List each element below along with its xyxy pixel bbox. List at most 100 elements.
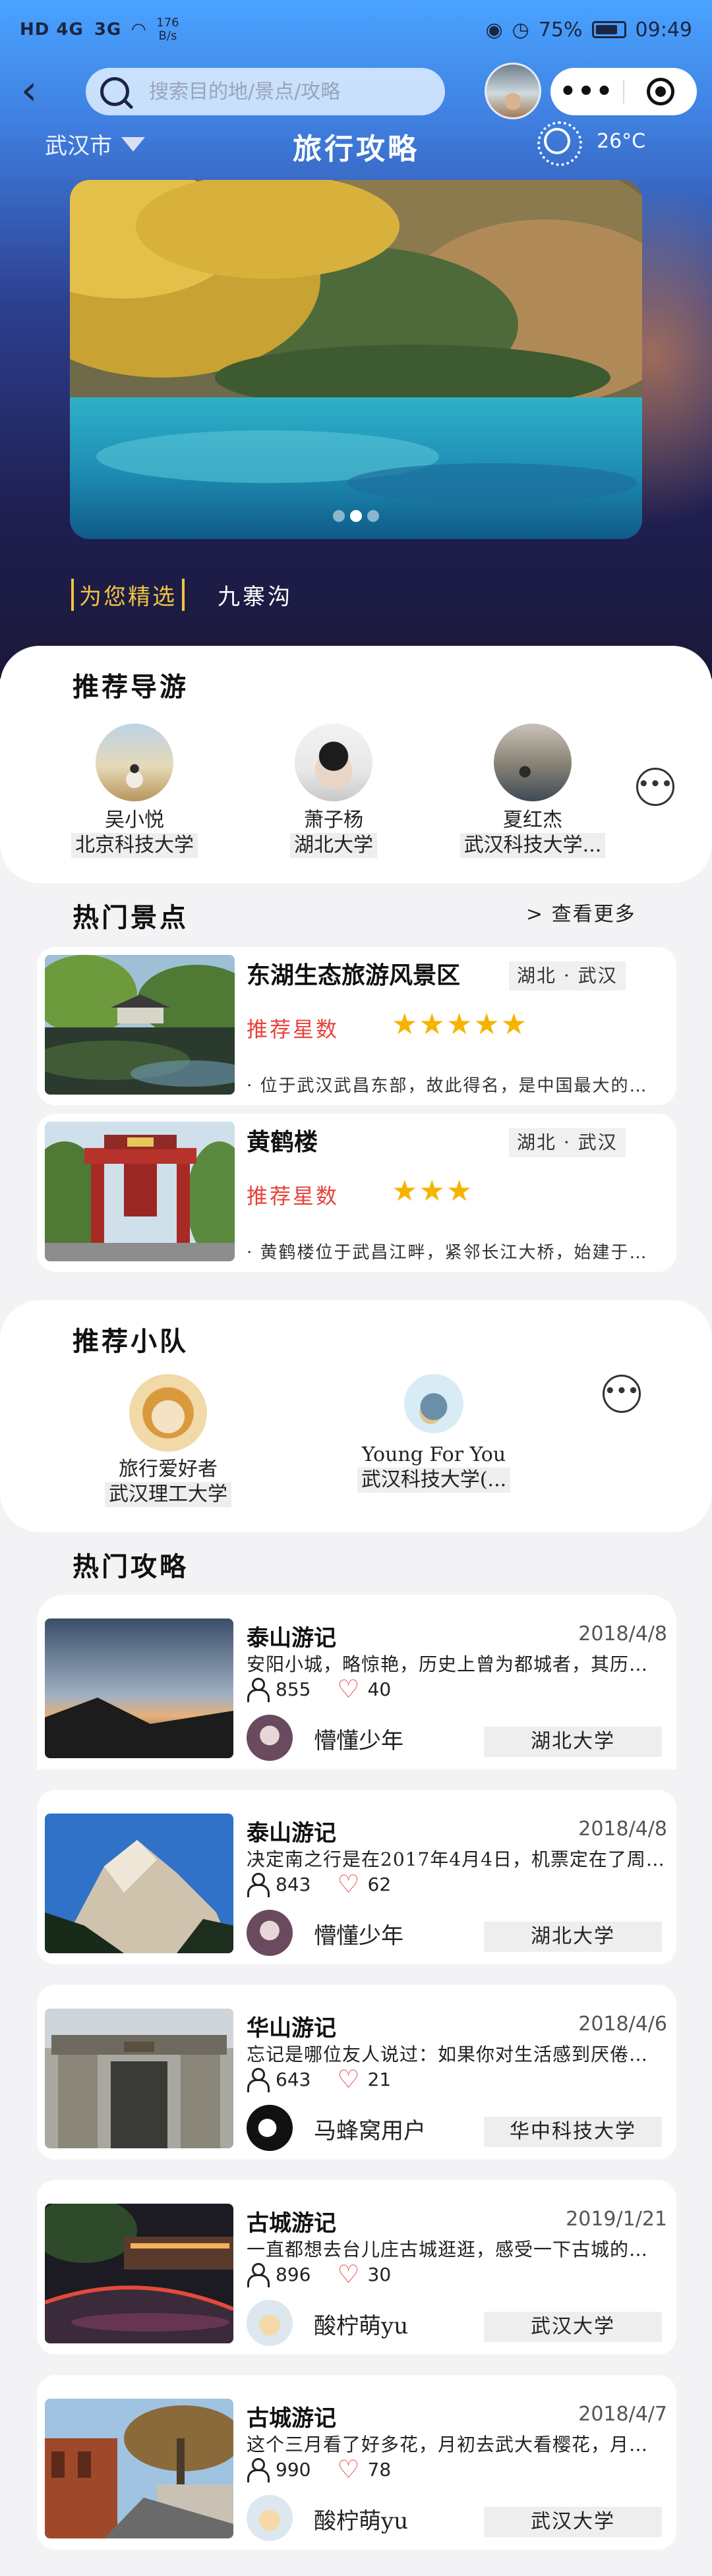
featured-row: 为您精选 九寨沟 <box>71 579 293 611</box>
spot-location: 湖北 · 武汉 <box>509 961 626 990</box>
heart-icon[interactable]: ♡ <box>337 2262 359 2287</box>
guide-item[interactable]: 萧子杨 湖北大学 <box>248 724 419 861</box>
article-title: 华山游记 <box>247 2015 336 2042</box>
section-title-teams: 推荐小队 <box>73 1326 189 1357</box>
hot-spots-header: 热门景点 > 查看更多 <box>0 890 712 936</box>
eye-icon: ◉ <box>485 18 503 42</box>
spot-image <box>45 955 235 1095</box>
spot-title: 东湖生态旅游风景区 <box>247 961 461 989</box>
author-school: 武汉大学 <box>484 2312 662 2342</box>
team-avatar <box>404 1374 463 1433</box>
author-avatar[interactable] <box>247 2300 293 2346</box>
article-stats: 990 ♡ 78 <box>247 2457 392 2482</box>
article-date: 2018/4/7 <box>578 2403 667 2426</box>
article-image <box>45 2399 233 2538</box>
spot-card[interactable]: 黄鹤楼 湖北 · 武汉 推荐星数 ★★★ · 黄鹤楼位于武昌江畔，紧邻长江大桥，… <box>37 1114 676 1272</box>
heart-icon[interactable]: ♡ <box>337 2067 359 2092</box>
see-more-link[interactable]: > 查看更多 <box>526 898 636 927</box>
team-name: 旅行爱好者 <box>119 1458 218 1481</box>
author-name: 酸柠萌yu <box>314 2313 409 2339</box>
guide-item[interactable]: 夏红杰 武汉科技大学... <box>447 724 618 861</box>
weather: 26°C <box>537 121 646 166</box>
article-card[interactable]: 华山游记 2018/4/6 忘记是哪位友人说过：如果你对生活感到厌倦了，就 64… <box>37 1985 676 2160</box>
spot-desc: · 位于武汉武昌东部，故此得名，是中国最大的城中湖 <box>247 1076 662 1096</box>
article-card[interactable]: 泰山游记 2018/4/8 安阳小城，略惊艳，历史上曾为都城者，其历史厚重 85… <box>37 1595 676 1769</box>
net-speed-unit: B/s <box>158 29 177 43</box>
article-excerpt: 安阳小城，略惊艳，历史上曾为都城者，其历史厚重 <box>247 1653 666 1675</box>
article-card[interactable]: 古城游记 2018/4/7 这个三月看了好多花，月初去武大看樱花，月中去了 99… <box>37 2375 676 2550</box>
article-excerpt: 这个三月看了好多花，月初去武大看樱花，月中去了 <box>247 2434 666 2455</box>
article-likes: 78 <box>367 2458 392 2480</box>
banner-dot-active[interactable] <box>350 510 362 522</box>
guide-school: 北京科技大学 <box>71 833 198 858</box>
mini-program-capsule: ••• <box>550 68 697 115</box>
banner-dot[interactable] <box>333 510 345 522</box>
user-avatar[interactable] <box>485 63 541 119</box>
author-avatar[interactable] <box>247 2495 293 2541</box>
sun-icon <box>537 121 582 166</box>
temperature: 26°C <box>597 129 646 153</box>
guide-avatar <box>96 724 173 801</box>
search-bar[interactable] <box>86 68 445 115</box>
author-avatar[interactable] <box>247 2105 293 2151</box>
featured-place[interactable]: 九寨沟 <box>218 579 293 611</box>
article-likes: 40 <box>367 1678 392 1700</box>
section-title-spots: 热门景点 <box>73 902 189 933</box>
back-arrow-icon[interactable]: ‹ <box>9 70 49 111</box>
article-date: 2018/4/6 <box>578 2013 667 2036</box>
article-likes: 21 <box>367 2068 392 2090</box>
team-item[interactable]: 旅行爱好者 武汉理工大学 <box>69 1374 267 1507</box>
author-name: 马蜂窝用户 <box>314 2118 426 2144</box>
heart-icon[interactable]: ♡ <box>337 1676 359 1702</box>
article-image <box>45 1814 233 1953</box>
article-card[interactable]: 泰山游记 2018/4/8 决定南之行是在2017年4月4日，机票定在了周五晚上… <box>37 1790 676 1964</box>
banner-carousel[interactable] <box>70 180 642 539</box>
hero-header: HD 4G 3G ◠ 176 B/s ◉ ◷ 75% 09:49 ‹ ••• <box>0 0 712 679</box>
article-stats: 643 ♡ 21 <box>247 2067 392 2092</box>
author-avatar[interactable] <box>247 1715 293 1761</box>
author-name: 酸柠萌yu <box>314 2508 409 2534</box>
article-excerpt: 一直都想去台儿庄古城逛逛，感受一下古城的魅力 <box>247 2239 666 2260</box>
spot-card[interactable]: 东湖生态旅游风景区 湖北 · 武汉 推荐星数 ★★★★★ · 位于武汉武昌东部，… <box>37 947 676 1105</box>
spot-desc: · 黄鹤楼位于武昌江畔，紧邻长江大桥，始建于三国时期 <box>247 1243 662 1263</box>
battery-percent: 75% <box>538 18 583 42</box>
network-indicator: HD 4G <box>20 20 84 40</box>
article-date: 2018/4/8 <box>578 1622 667 1646</box>
more-guides-button[interactable]: ••• <box>636 768 674 806</box>
guide-item[interactable]: 吴小悦 北京科技大学 <box>49 724 220 861</box>
more-teams-button[interactable]: ••• <box>603 1375 641 1413</box>
heart-icon[interactable]: ♡ <box>337 2457 359 2482</box>
person-icon <box>247 1873 270 1897</box>
person-icon <box>247 2263 270 2287</box>
top-nav: ‹ ••• <box>0 63 712 122</box>
section-title-guides: 推荐导游 <box>73 672 189 702</box>
article-title: 泰山游记 <box>247 1820 336 1846</box>
target-icon <box>647 78 674 105</box>
status-bar: HD 4G 3G ◠ 176 B/s ◉ ◷ 75% 09:49 <box>0 0 712 59</box>
article-title: 古城游记 <box>247 2210 336 2237</box>
wifi-icon: ◠ <box>132 20 146 40</box>
article-title: 古城游记 <box>247 2405 336 2432</box>
team-school: 武汉理工大学 <box>105 1482 231 1507</box>
battery-icon <box>591 21 626 38</box>
article-views: 896 <box>276 2263 311 2285</box>
article-image <box>45 1618 233 1758</box>
search-icon <box>100 77 129 106</box>
article-card[interactable]: 古城游记 2019/1/21 一直都想去台儿庄古城逛逛，感受一下古城的魅力 89… <box>37 2180 676 2355</box>
close-mini-program-button[interactable] <box>624 78 697 105</box>
more-menu-button[interactable]: ••• <box>550 78 623 105</box>
search-input[interactable] <box>149 80 426 103</box>
banner-dots <box>70 510 642 522</box>
banner-dot[interactable] <box>367 510 379 522</box>
guide-avatar <box>494 724 572 801</box>
net-speed: 176 B/s <box>156 16 179 43</box>
article-image <box>45 2204 233 2343</box>
banner-image <box>70 180 642 539</box>
article-stats: 896 ♡ 30 <box>247 2262 391 2287</box>
team-avatar <box>129 1374 207 1452</box>
author-name: 懵懂少年 <box>314 1923 403 1949</box>
heart-icon[interactable]: ♡ <box>337 1872 359 1897</box>
guide-school: 湖北大学 <box>290 833 377 858</box>
team-item[interactable]: Young For You 武汉科技大学(... <box>335 1374 533 1493</box>
author-avatar[interactable] <box>247 1910 293 1956</box>
